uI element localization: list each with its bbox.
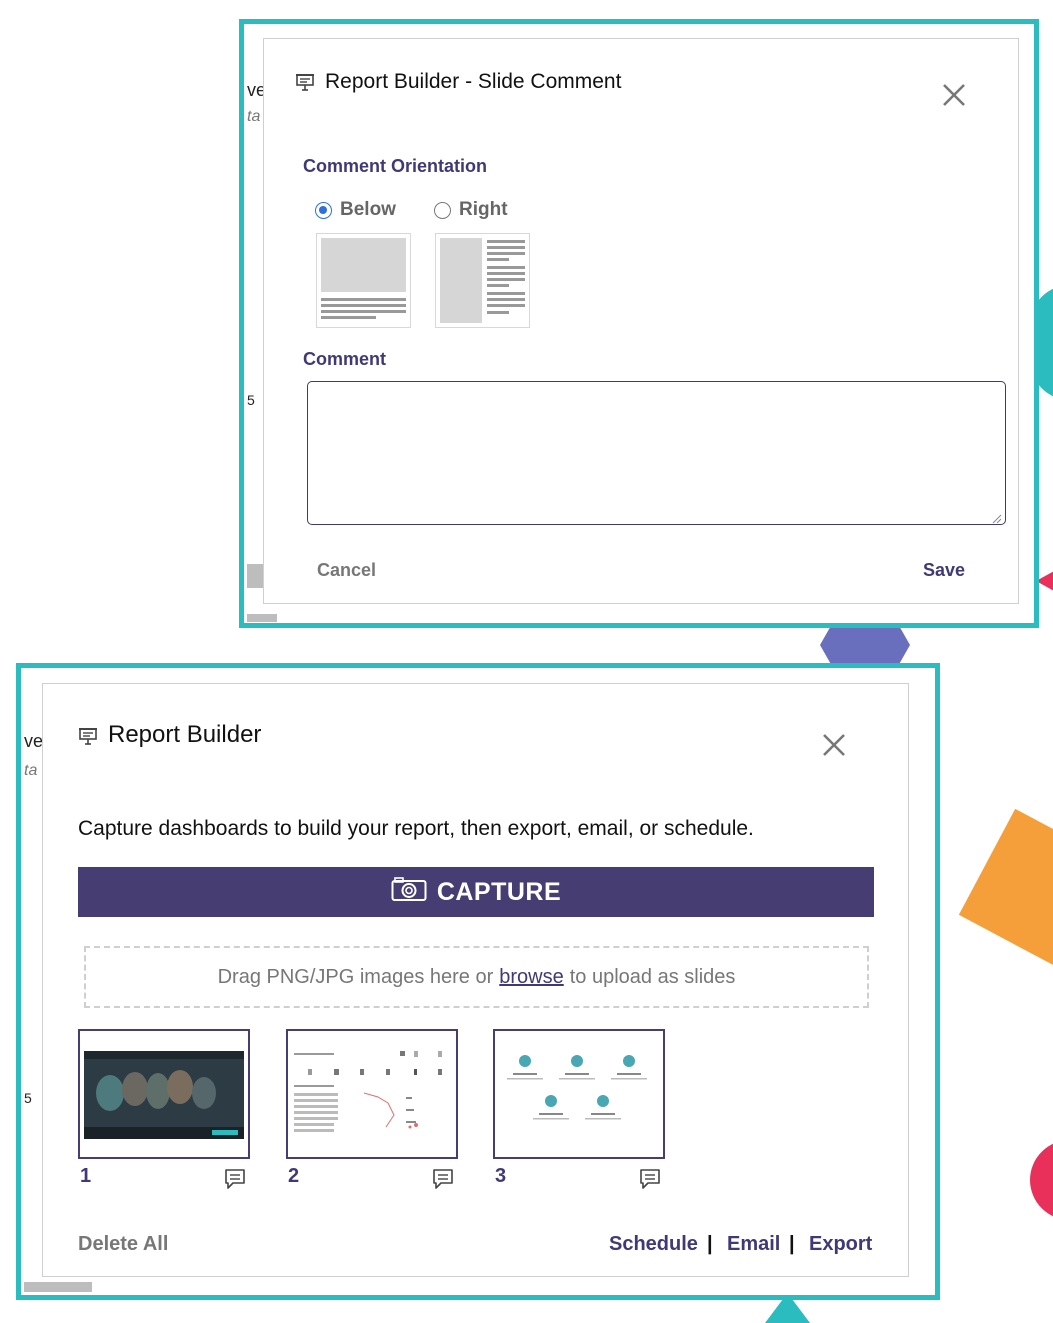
orientation-label: Comment Orientation xyxy=(303,156,488,176)
email-button[interactable]: Email xyxy=(727,1233,780,1256)
radio-below[interactable]: Below xyxy=(315,199,396,221)
comment-icon[interactable] xyxy=(431,1168,455,1190)
report-builder-frame: ve ta 5 Report Builder Capture dashboard… xyxy=(16,663,940,1300)
dialog-title: Report Builder - Slide Comment xyxy=(325,70,622,93)
browse-link[interactable]: browse xyxy=(499,966,563,989)
comment-label: Comment xyxy=(303,349,387,369)
decorative-orange-shape xyxy=(958,808,1053,972)
report-builder-dialog: Report Builder Capture dashboards to bui… xyxy=(42,683,909,1277)
presentation-icon xyxy=(78,725,98,745)
camera-icon xyxy=(391,876,427,909)
upload-dropzone[interactable]: Drag PNG/JPG images here or browse to up… xyxy=(84,946,869,1008)
background-bar xyxy=(24,1282,92,1292)
close-icon[interactable] xyxy=(820,731,848,759)
decorative-hexagon xyxy=(820,626,910,664)
cancel-button[interactable]: Cancel xyxy=(317,560,376,581)
background-text: 5 xyxy=(247,392,255,408)
footer-separator: | xyxy=(707,1233,713,1255)
background-text: 5 xyxy=(24,1090,32,1106)
slide-comment-dialog: Report Builder - Slide Comment Comment O… xyxy=(263,38,1019,604)
dialog-header: Report Builder - Slide Comment xyxy=(295,70,621,94)
export-button[interactable]: Export xyxy=(809,1233,872,1256)
layout-right-preview[interactable] xyxy=(435,233,530,328)
dropzone-suffix: to upload as slides xyxy=(569,965,736,988)
capture-label: CAPTURE xyxy=(436,877,562,906)
resize-handle-icon[interactable] xyxy=(992,511,1002,524)
save-button[interactable]: Save xyxy=(923,560,965,581)
radio-right-label: Right xyxy=(459,199,508,220)
footer-separator: | xyxy=(789,1233,795,1255)
radio-below-label: Below xyxy=(340,199,396,220)
slide-thumbnail[interactable] xyxy=(78,1029,250,1159)
delete-all-button[interactable]: Delete All xyxy=(78,1233,168,1256)
slide-number: 1 xyxy=(80,1165,92,1187)
slide-thumbnail[interactable] xyxy=(493,1029,665,1159)
presentation-icon xyxy=(295,72,315,92)
close-icon[interactable] xyxy=(940,81,968,109)
report-description: Capture dashboards to build your report,… xyxy=(78,817,754,840)
background-bar xyxy=(247,564,263,588)
radio-right[interactable]: Right xyxy=(434,199,508,221)
comment-icon[interactable] xyxy=(638,1168,662,1190)
slide-comment-frame: ve ta 5 Report Builder - Slide Comment C… xyxy=(239,19,1039,628)
layout-below-preview[interactable] xyxy=(316,233,411,328)
comment-textarea[interactable] xyxy=(307,381,1006,525)
decorative-red-shape xyxy=(1030,1140,1053,1220)
dialog-header: Report Builder xyxy=(78,721,261,749)
slide-number: 3 xyxy=(495,1165,507,1187)
slide-thumbnail[interactable] xyxy=(286,1029,458,1159)
capture-button[interactable]: CAPTURE xyxy=(78,867,874,917)
background-text: ve xyxy=(24,731,44,751)
slide-number: 2 xyxy=(288,1165,300,1187)
background-bar xyxy=(247,614,277,622)
background-text: ta xyxy=(247,108,261,125)
comment-icon[interactable] xyxy=(223,1168,247,1190)
radio-right-control[interactable] xyxy=(434,201,451,219)
schedule-button[interactable]: Schedule xyxy=(609,1233,698,1256)
radio-below-control[interactable] xyxy=(315,201,332,219)
background-text: ta xyxy=(24,762,38,779)
dialog-title: Report Builder xyxy=(108,721,262,748)
dropzone-prefix: Drag PNG/JPG images here or xyxy=(217,965,494,988)
